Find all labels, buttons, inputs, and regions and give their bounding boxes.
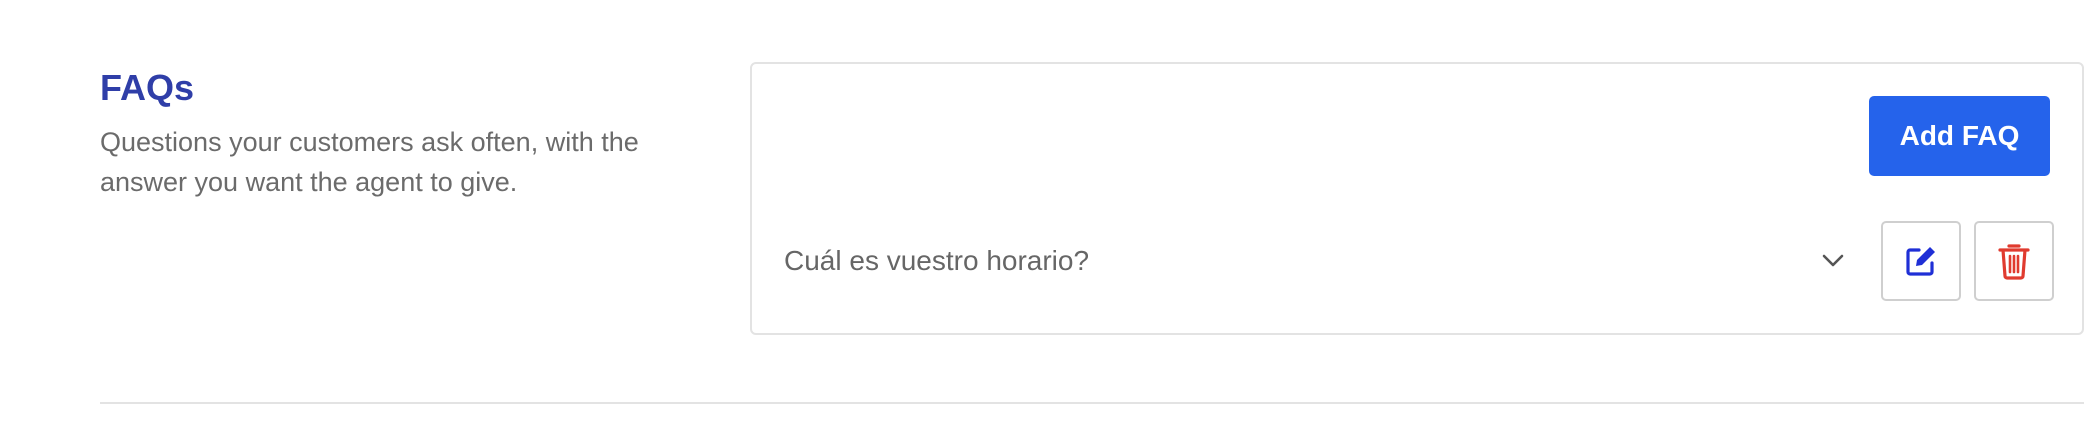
faq-card: Add FAQ Cuál es vuestro horario? — [750, 62, 2084, 335]
faq-question[interactable]: Cuál es vuestro horario? — [784, 221, 1854, 301]
section-divider — [100, 402, 2084, 404]
faq-item: Cuál es vuestro horario? — [784, 221, 2054, 301]
edit-faq-button[interactable] — [1881, 221, 1961, 301]
edit-icon — [1903, 243, 1939, 279]
section-description: Questions your customers ask often, with… — [100, 127, 639, 197]
section-title: FAQs — [100, 67, 195, 108]
faq-section-intro: FAQs Questions your customers ask often,… — [100, 64, 700, 202]
add-faq-button[interactable]: Add FAQ — [1869, 96, 2050, 176]
trash-icon — [1997, 242, 2031, 280]
chevron-down-icon[interactable] — [1818, 246, 1848, 276]
delete-faq-button[interactable] — [1974, 221, 2054, 301]
